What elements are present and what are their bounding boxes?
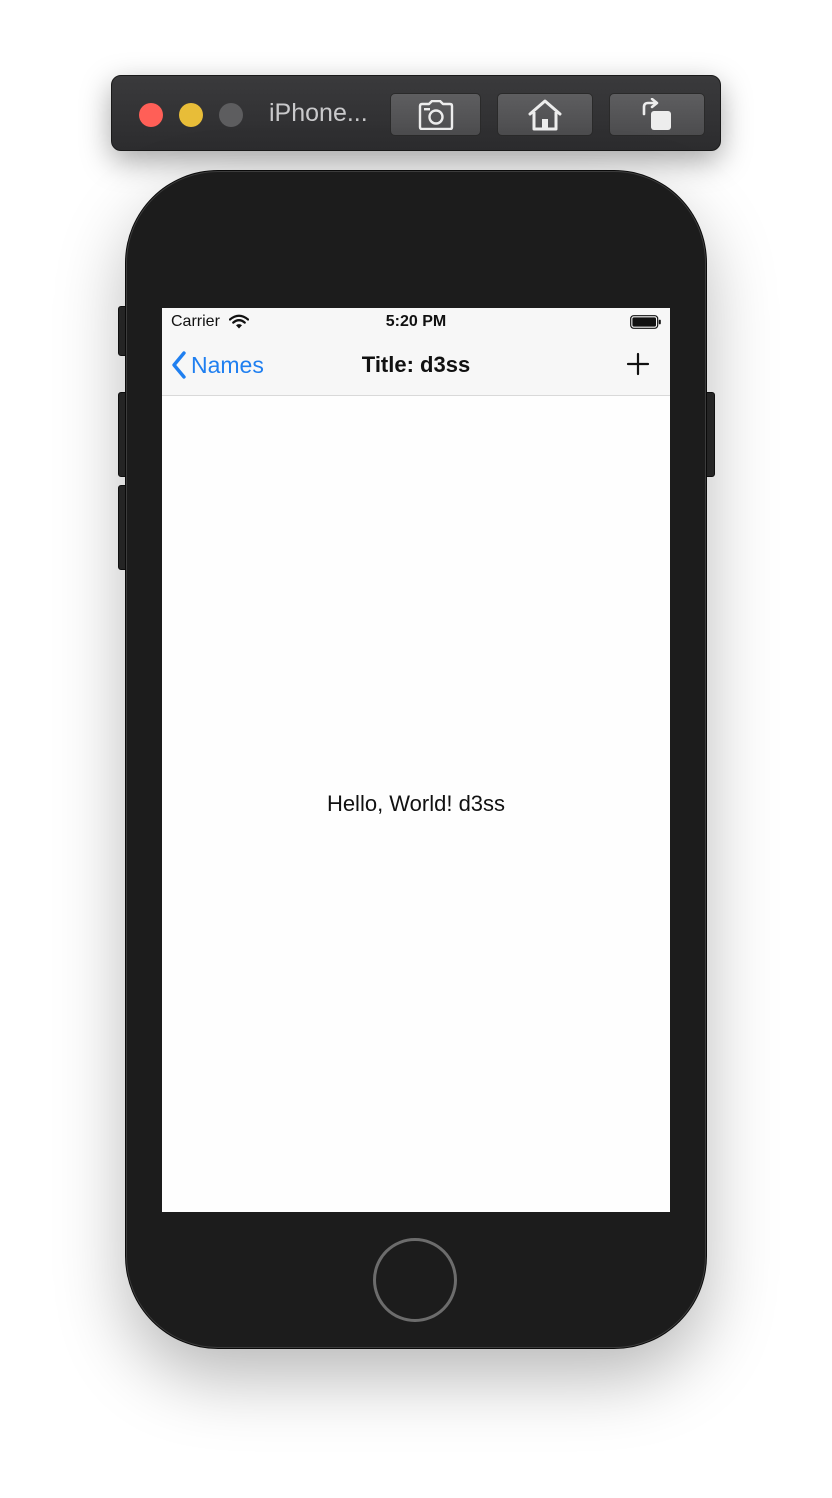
device-screen: Carrier 5:20 PM Names Title: d3ss Hello,… [162, 308, 670, 1212]
rotate-icon [642, 97, 671, 130]
page-title: Title: d3ss [361, 352, 471, 377]
plus-icon [626, 352, 650, 376]
rotate-button[interactable] [609, 93, 705, 136]
minimize-window-button[interactable] [179, 103, 203, 127]
zoom-window-button[interactable] [219, 103, 243, 127]
power-button [705, 392, 715, 477]
status-time: 5:20 PM [385, 313, 447, 330]
stage: iPhone... Carrier 5:20 PM Names Title: d… [0, 0, 832, 1498]
home-toolbar-button[interactable] [497, 93, 593, 136]
screenshot-button[interactable] [390, 93, 481, 136]
status-bar: Carrier 5:20 PM [162, 308, 670, 336]
hello-world-label: Hello, World! d3ss [326, 791, 506, 816]
close-window-button[interactable] [139, 103, 163, 127]
camera-icon [418, 99, 453, 130]
simulator-toolbar: iPhone... [111, 75, 721, 151]
battery-icon [630, 315, 661, 329]
navigation-bar: Names Title: d3ss [162, 336, 670, 396]
simulator-title: iPhone... [269, 99, 368, 127]
add-button[interactable] [624, 350, 652, 378]
device-home-button[interactable] [373, 1238, 457, 1322]
home-icon [528, 99, 562, 130]
